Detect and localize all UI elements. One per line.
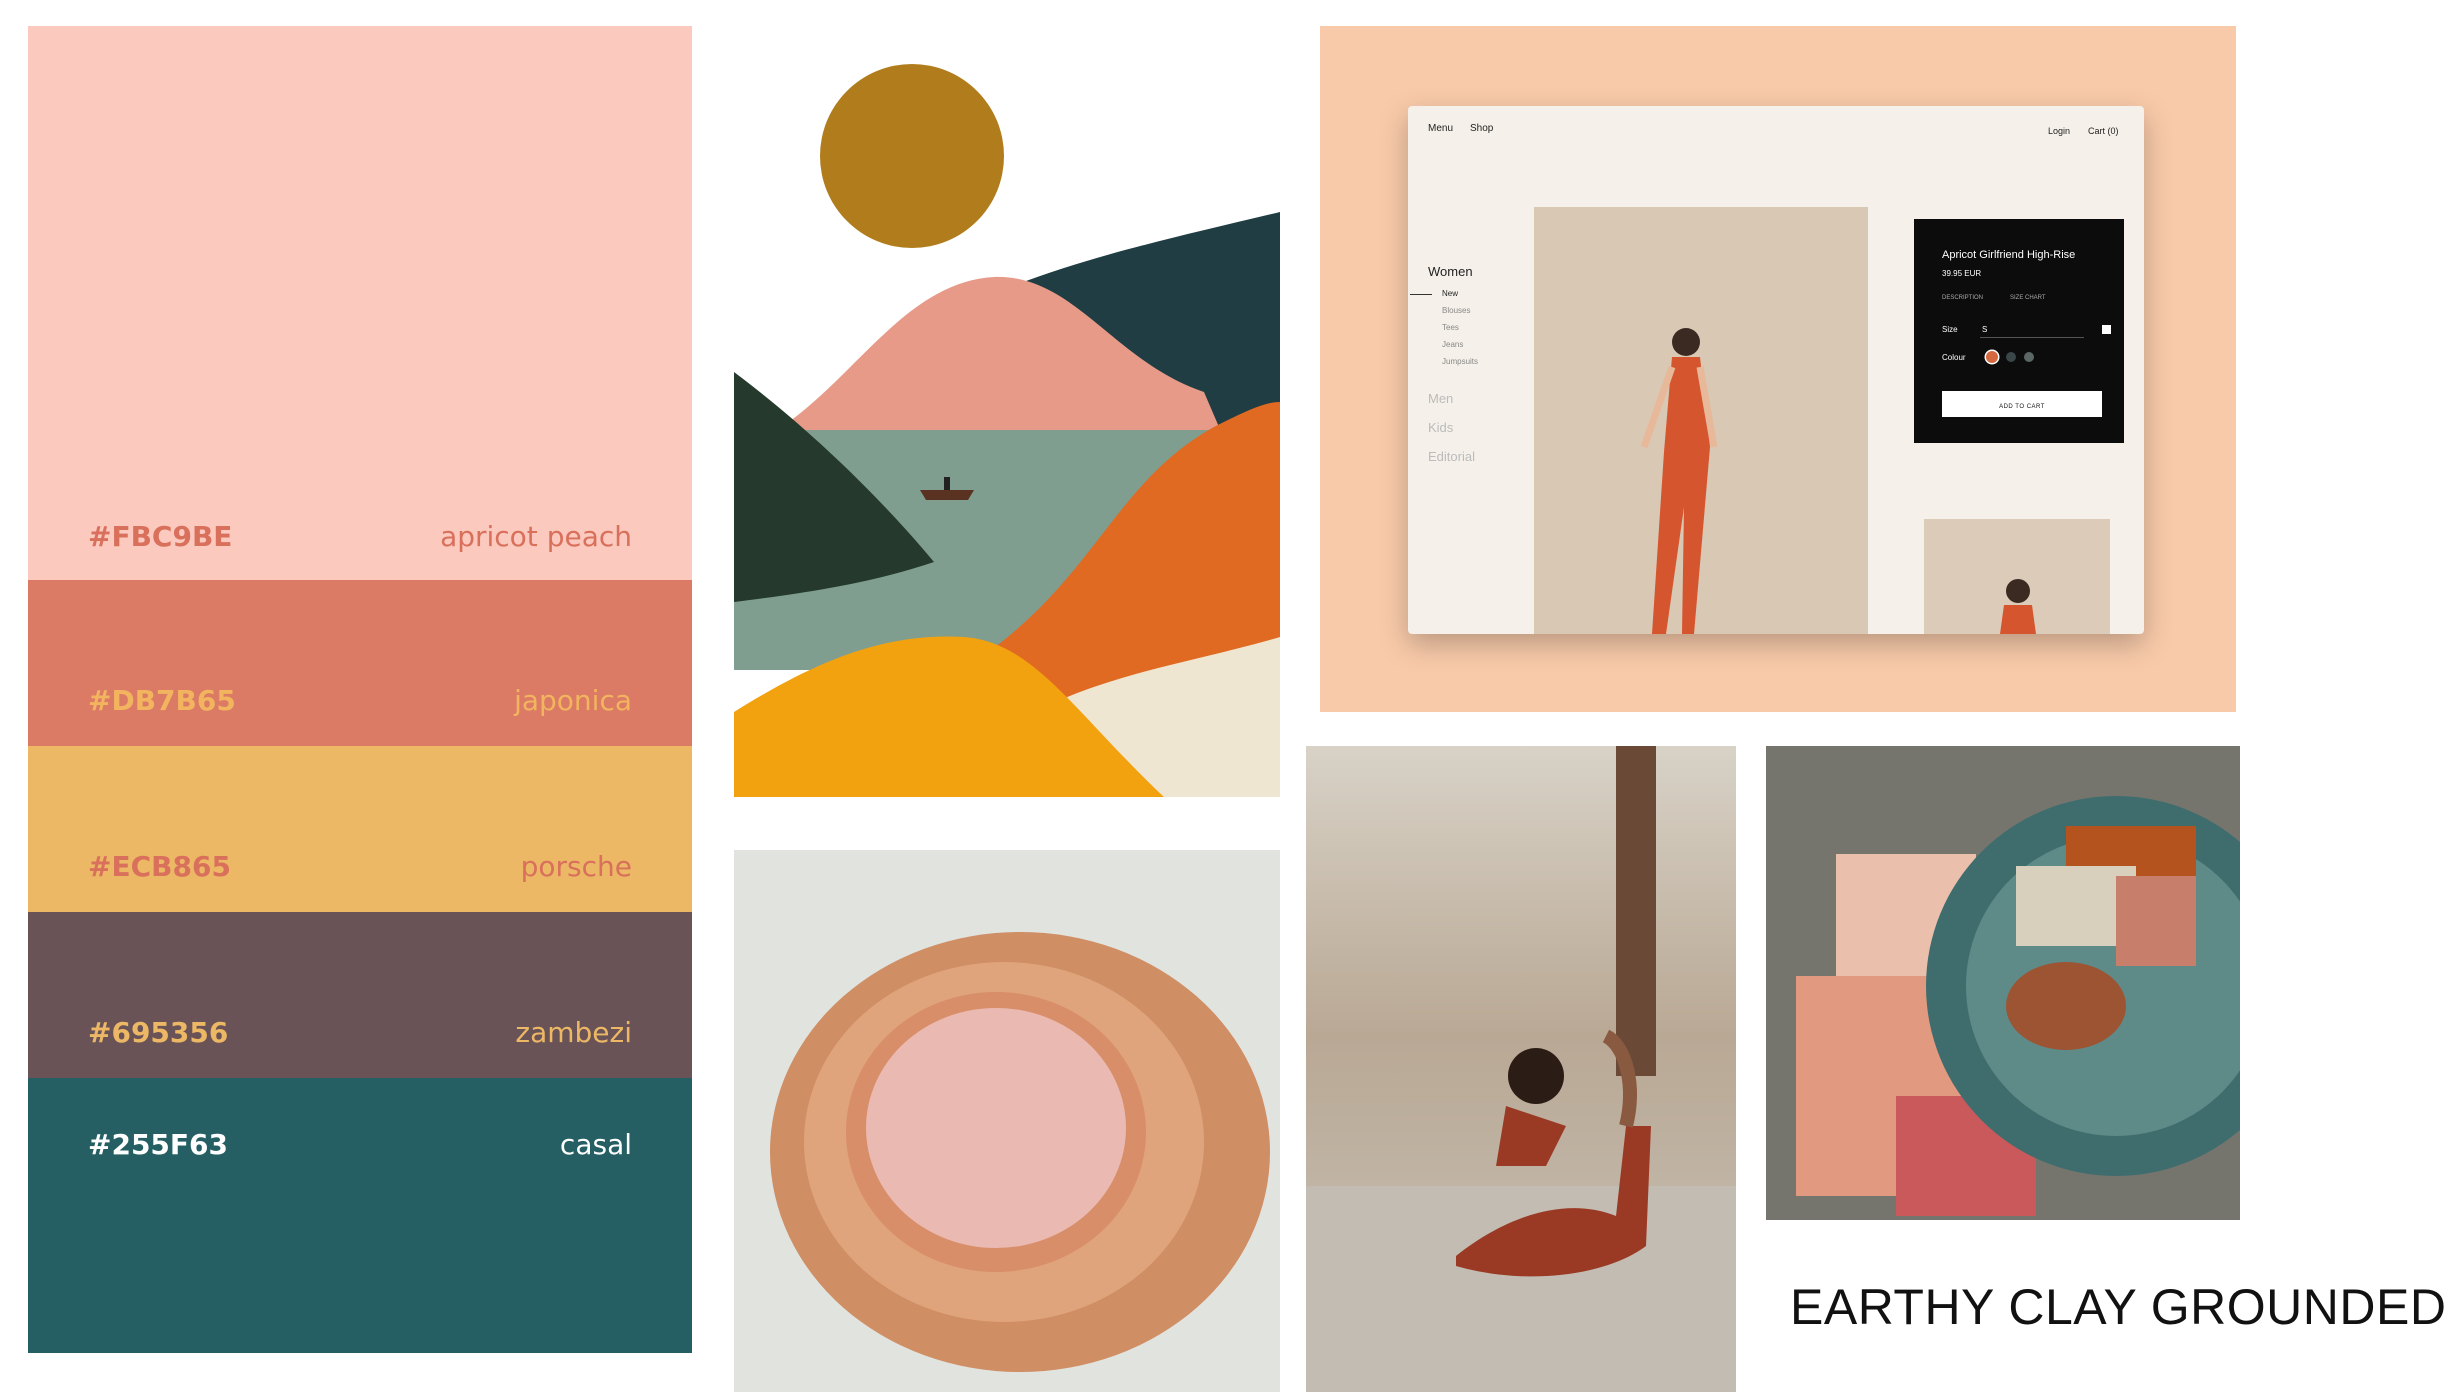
colour-swatch-charcoal[interactable] [2006,352,2016,362]
colour-swatch-orange[interactable] [1986,351,1998,363]
shop-mockup-tile: Menu Shop Login Cart (0) Women New Blous… [1320,26,2236,712]
colour-label: Colour [1942,353,1966,362]
color-palette: #FBC9BE apricot peach #DB7B65 japonica #… [28,26,692,1353]
landscape-illustration [734,62,1280,797]
swatch-color-name: casal [559,1128,632,1161]
subcategory-jeans[interactable]: Jeans [1442,340,1463,349]
subcategory-new[interactable]: New [1442,289,1458,298]
nav-shop-link[interactable]: Shop [1470,123,1493,134]
tab-description[interactable]: DESCRIPTION [1942,295,1983,301]
category-men[interactable]: Men [1428,391,1453,406]
swatch-apricot-peach: #FBC9BE apricot peach [28,26,692,580]
product-thumbnail[interactable] [1924,519,2110,634]
clay-bowls-photo [734,850,1280,1392]
swatch-hex-label: #695356 [88,1016,229,1049]
swatch-casal: #255F63 casal [28,1078,692,1353]
nav-login-link[interactable]: Login [2048,126,2070,136]
swatch-hex-label: #FBC9BE [88,520,233,553]
swatch-porsche: #ECB865 porsche [28,746,692,912]
product-price: 39.95 EUR [1942,269,1982,278]
subcategory-blouses[interactable]: Blouses [1442,306,1470,315]
size-underline [1980,337,2084,338]
size-dropdown-toggle[interactable] [2102,325,2111,334]
swatch-hex-label: #255F63 [88,1128,228,1161]
swatch-color-name: japonica [514,684,632,717]
size-value[interactable]: S [1982,325,1987,334]
swatch-japonica: #DB7B65 japonica [28,580,692,746]
yoga-photo [1306,746,1736,1392]
category-women[interactable]: Women [1428,264,1473,279]
nav-menu-link[interactable]: Menu [1428,123,1453,134]
materials-flatlay-photo [1766,746,2240,1220]
swatch-zambezi: #695356 zambezi [28,912,692,1078]
add-to-cart-button[interactable]: ADD TO CART [1942,391,2102,417]
nav-cart-link[interactable]: Cart (0) [2088,126,2119,136]
category-kids[interactable]: Kids [1428,420,1453,435]
shop-window: Menu Shop Login Cart (0) Women New Blous… [1408,106,2144,634]
swatch-hex-label: #ECB865 [88,850,231,883]
swatch-color-name: porsche [520,850,632,883]
product-title: Apricot Girlfriend High-Rise [1942,249,2076,261]
subcategory-jumpsuits[interactable]: Jumpsuits [1442,357,1478,366]
swatch-color-name: apricot peach [440,520,632,553]
category-editorial[interactable]: Editorial [1428,449,1475,464]
moodboard-caption: EARTHY CLAY GROUNDED [1790,1279,2444,1335]
add-to-cart-label: ADD TO CART [1999,404,2045,410]
swatch-hex-label: #DB7B65 [88,684,236,717]
product-info-panel: Apricot Girlfriend High-Rise 39.95 EUR D… [1914,219,2124,443]
tab-size-chart[interactable]: SIZE CHART [2010,295,2046,301]
swatch-color-name: zambezi [515,1016,632,1049]
subcategory-tees[interactable]: Tees [1442,323,1459,332]
product-photo[interactable] [1534,207,1868,634]
nav-divider [1410,294,1432,295]
size-label: Size [1942,325,1958,334]
colour-swatch-grey[interactable] [2024,352,2034,362]
